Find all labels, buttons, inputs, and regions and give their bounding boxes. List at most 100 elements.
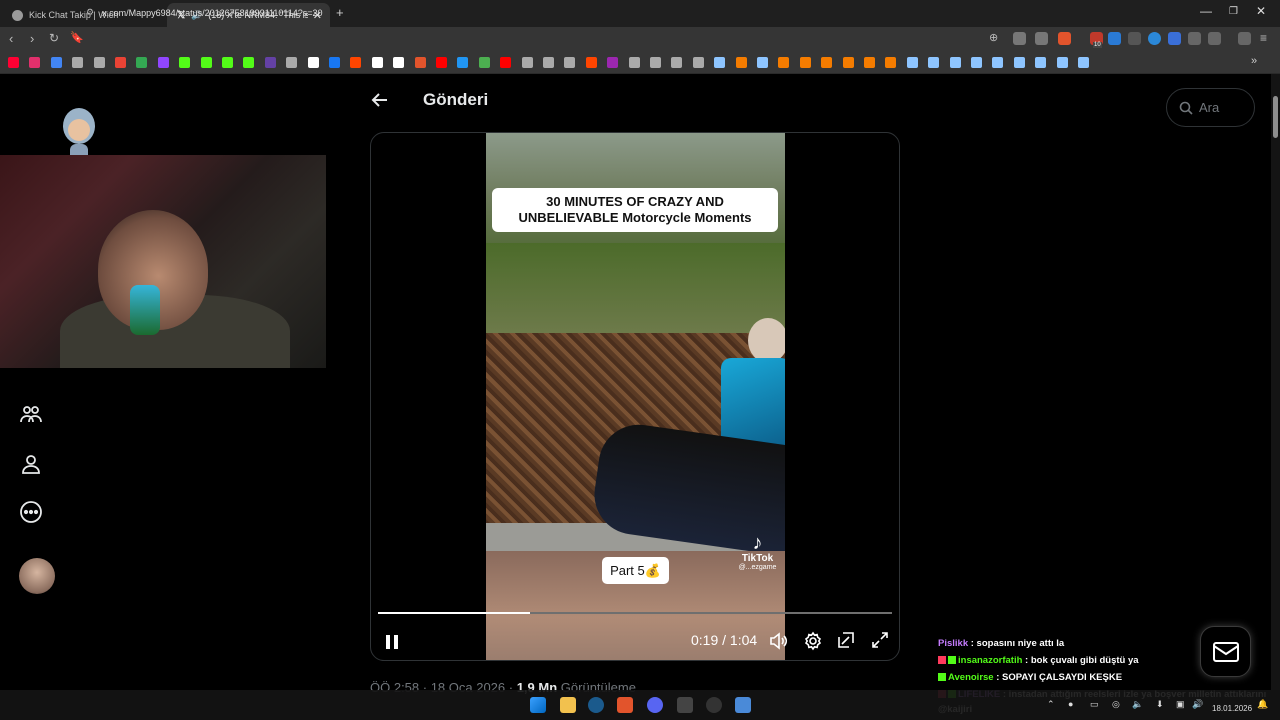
bookmark-favicon-icon[interactable] [971,57,982,68]
tray-speaker-icon[interactable]: 🔊 [1192,699,1203,710]
bookmark-favicon-icon[interactable] [29,57,41,68]
bookmark-favicon-icon[interactable] [307,57,319,68]
cast-icon[interactable] [1013,32,1026,45]
bookmark-favicon-icon[interactable] [200,57,212,68]
bookmark-favicon-icon[interactable] [885,57,897,68]
communities-icon[interactable] [19,402,43,426]
site-info-icon[interactable]: ⚙ [86,7,94,18]
bookmark-favicon-icon[interactable] [692,57,704,68]
tray-icon[interactable]: ● [1068,699,1073,709]
bookmark-favicon-icon[interactable] [478,57,490,68]
forward-icon[interactable]: › [30,31,34,46]
menu-icon[interactable]: ≡ [1260,31,1267,45]
bookmark-favicon-icon[interactable] [949,57,961,68]
bookmark-favicon-icon[interactable] [906,57,918,68]
file-explorer-icon[interactable] [560,697,576,713]
bookmark-favicon-icon[interactable] [585,57,597,68]
bookmark-favicon-icon[interactable] [72,57,84,68]
bookmark-favicon-icon[interactable] [329,57,340,68]
video-progress-bar[interactable] [378,612,892,614]
extension-icon[interactable] [1128,32,1141,45]
extension-icon[interactable] [1168,32,1181,45]
bookmark-favicon-icon[interactable] [457,57,469,68]
media-icon[interactable] [1238,32,1251,45]
bookmark-favicon-icon[interactable] [671,57,683,68]
search-input[interactable]: Ara [1166,88,1255,127]
bookmark-favicon-icon[interactable] [264,57,276,68]
messages-button[interactable] [1200,626,1251,677]
bookmark-favicon-icon[interactable] [821,57,833,68]
back-icon[interactable]: ‹ [9,31,13,46]
zoom-icon[interactable]: ⊕ [989,31,998,44]
bookmark-favicon-icon[interactable] [757,57,768,68]
bookmark-favicon-icon[interactable] [136,57,148,68]
brave-shield-icon[interactable] [1058,32,1071,45]
close-window-icon[interactable]: ✕ [1256,4,1266,18]
bookmark-favicon-icon[interactable] [1078,57,1089,68]
bookmark-favicon-icon[interactable] [607,57,619,68]
brave-icon[interactable] [617,697,633,713]
minimize-icon[interactable]: — [1200,4,1212,18]
volume-icon[interactable] [768,631,788,656]
start-icon[interactable] [530,697,546,713]
address-bar[interactable]: ⚙ x.com/Mappy6984/status/201267581999111… [86,3,586,22]
bookmark-favicon-icon[interactable] [564,57,576,68]
bookmark-favicon-icon[interactable] [371,57,383,68]
bookmark-favicon-icon[interactable] [50,57,62,68]
obs-icon[interactable] [706,697,722,713]
puzzle-icon[interactable] [1188,32,1201,45]
share-icon[interactable] [1035,32,1048,45]
bookmark-favicon-icon[interactable] [393,57,405,68]
bookmark-favicon-icon[interactable] [115,57,126,68]
bookmark-favicon-icon[interactable] [436,57,447,68]
bookmark-favicon-icon[interactable] [286,57,298,68]
bookmark-favicon-icon[interactable] [864,57,875,68]
tray-chevron-icon[interactable]: ⌃ [1047,699,1055,710]
bookmark-favicon-icon[interactable] [500,57,512,68]
bookmark-favicon-icon[interactable] [714,57,726,68]
bookmark-favicon-icon[interactable] [650,57,661,68]
bookmark-favicon-icon[interactable] [778,57,790,68]
app-icon[interactable] [735,697,751,713]
taskbar-date[interactable]: 18.01.2026 [1212,704,1252,713]
bookmark-favicon-icon[interactable] [735,57,747,68]
bookmark-favicon-icon[interactable] [1013,57,1025,68]
bookmark-favicon-icon[interactable] [93,57,105,68]
bookmark-favicon-icon[interactable] [628,57,640,68]
bookmark-favicon-icon[interactable] [521,57,533,68]
bookmark-favicon-icon[interactable] [157,57,169,68]
steam-icon[interactable] [588,697,604,713]
extension-icon[interactable] [1148,32,1161,45]
bookmark-favicon-icon[interactable] [243,57,255,68]
bookmark-favicon-icon[interactable] [350,57,362,68]
bookmark-favicon-icon[interactable] [1035,57,1047,68]
bookmark-favicon-icon[interactable] [8,57,19,68]
bookmark-favicon-icon[interactable] [1056,57,1068,68]
pause-button[interactable] [384,633,400,656]
more-bookmarks-icon[interactable]: » [1251,55,1257,67]
reload-icon[interactable]: ↻ [49,31,59,45]
bookmark-favicon-icon[interactable] [842,57,854,68]
video-player[interactable]: 30 MINUTES OF CRAZY AND UNBELIEVABLE Mot… [370,132,900,661]
bookmark-favicon-icon[interactable] [179,57,191,68]
account-avatar[interactable] [19,558,55,594]
fullscreen-icon[interactable] [871,631,889,654]
back-arrow-icon[interactable] [370,90,390,110]
notification-icon[interactable]: 🔔 [1257,699,1268,710]
page-scrollbar[interactable] [1271,74,1280,690]
bookmark-favicon-icon[interactable] [992,57,1004,68]
tray-icon[interactable]: ▭ [1090,699,1099,710]
bookmark-icon[interactable]: 🔖 [70,31,84,44]
app-icon[interactable] [677,697,693,713]
profile-icon[interactable] [19,452,43,476]
bookmark-favicon-icon[interactable] [543,57,554,68]
tray-network-icon[interactable]: ▣ [1176,699,1185,710]
lists-icon[interactable] [19,356,43,368]
bookmark-favicon-icon[interactable] [799,57,811,68]
more-icon[interactable] [19,500,43,524]
tray-icon[interactable]: ⬇ [1156,699,1164,710]
maximize-icon[interactable]: ❐ [1229,6,1238,17]
bookmark-favicon-icon[interactable] [414,57,426,68]
scrollbar-thumb[interactable] [1273,96,1278,138]
tray-steam-icon[interactable]: ◎ [1112,699,1120,710]
